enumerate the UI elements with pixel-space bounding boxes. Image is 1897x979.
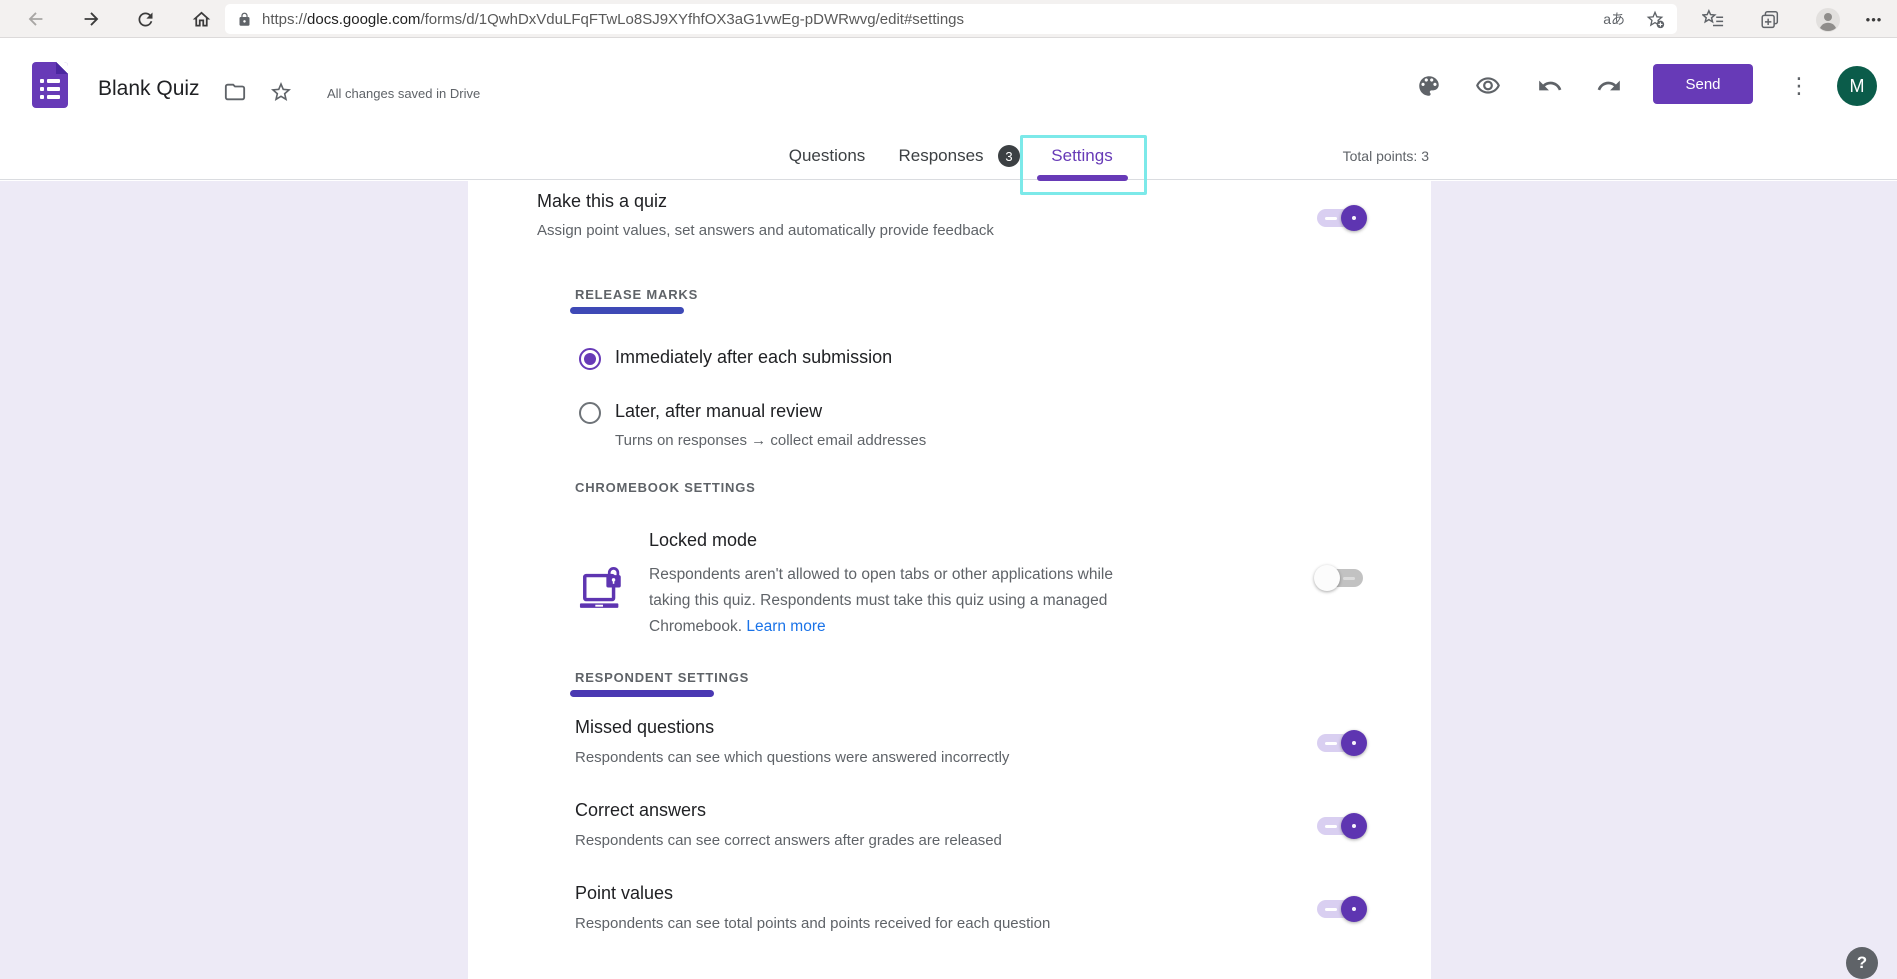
save-status: All changes saved in Drive	[327, 86, 480, 101]
release-marks-heading: RELEASE MARKS	[575, 287, 698, 302]
tab-questions[interactable]: Questions	[789, 146, 866, 166]
document-title[interactable]: Blank Quiz	[98, 75, 200, 103]
make-quiz-title: Make this a quiz	[537, 191, 667, 212]
settings-page-background: Make this a quiz Assign point values, se…	[0, 181, 1897, 979]
page-root: https://docs.google.com/forms/d/1QwhDxVd…	[0, 0, 1897, 979]
url-text: https://docs.google.com/forms/d/1QwhDxVd…	[262, 11, 964, 28]
radio-immediately-label[interactable]: Immediately after each submission	[615, 347, 892, 368]
more-options-icon[interactable]: ⋮	[1788, 71, 1808, 101]
missed-questions-title: Missed questions	[575, 717, 714, 738]
forms-header: Blank Quiz All changes saved in Drive Se…	[0, 38, 1897, 180]
learn-more-link[interactable]: Learn more	[746, 618, 825, 635]
refresh-icon[interactable]	[131, 5, 159, 33]
radio-later-desc: Turns on responses → collect email addre…	[615, 432, 926, 449]
browser-profile-icon[interactable]	[1814, 6, 1842, 34]
collections-icon[interactable]	[1756, 6, 1784, 34]
translate-icon[interactable]: aあ	[1597, 9, 1631, 29]
point-values-desc: Respondents can see total points and poi…	[575, 915, 1050, 932]
chromebook-settings-heading: CHROMEBOOK SETTINGS	[575, 480, 756, 495]
radio-later-label[interactable]: Later, after manual review	[615, 401, 822, 422]
logo-fold	[56, 62, 68, 74]
back-icon[interactable]	[22, 5, 50, 33]
settings-card: Make this a quiz Assign point values, se…	[468, 181, 1431, 979]
correct-answers-desc: Respondents can see correct answers afte…	[575, 832, 1002, 849]
locked-mode-icon	[578, 565, 628, 618]
home-icon[interactable]	[187, 5, 215, 33]
forward-icon[interactable]	[77, 5, 105, 33]
redo-icon[interactable]	[1596, 73, 1622, 99]
lock-icon	[237, 12, 252, 27]
radio-immediately[interactable]	[579, 348, 601, 370]
move-folder-icon[interactable]	[224, 81, 246, 103]
tab-responses[interactable]: Responses	[898, 146, 983, 166]
point-values-title: Point values	[575, 883, 673, 904]
locked-mode-toggle[interactable]	[1317, 569, 1363, 587]
release-marks-underline-annotation	[570, 307, 684, 314]
missed-questions-toggle[interactable]	[1317, 734, 1363, 752]
add-favorite-icon[interactable]	[1645, 9, 1665, 29]
radio-later[interactable]	[579, 402, 601, 424]
total-points: Total points: 3	[1343, 148, 1429, 164]
theme-palette-icon[interactable]	[1416, 73, 1442, 99]
browser-toolbar: https://docs.google.com/forms/d/1QwhDxVd…	[0, 0, 1897, 38]
make-quiz-desc: Assign point values, set answers and aut…	[537, 222, 994, 239]
settings-tab-highlight-annotation	[1020, 135, 1147, 195]
locked-mode-desc: Respondents aren't allowed to open tabs …	[649, 562, 1229, 640]
correct-answers-toggle[interactable]	[1317, 817, 1363, 835]
respondent-settings-heading: RESPONDENT SETTINGS	[575, 670, 749, 685]
responses-count-badge: 3	[998, 145, 1020, 167]
make-quiz-toggle[interactable]	[1317, 209, 1363, 227]
address-bar[interactable]: https://docs.google.com/forms/d/1QwhDxVd…	[225, 4, 1677, 34]
favorites-bar-icon[interactable]	[1699, 6, 1727, 34]
respondent-settings-underline-annotation	[570, 690, 714, 697]
undo-icon[interactable]	[1537, 73, 1563, 99]
missed-questions-desc: Respondents can see which questions were…	[575, 749, 1009, 766]
correct-answers-title: Correct answers	[575, 800, 706, 821]
star-icon[interactable]	[269, 80, 293, 104]
browser-menu-icon[interactable]: •••	[1860, 5, 1888, 33]
preview-eye-icon[interactable]	[1475, 73, 1501, 99]
send-button[interactable]: Send	[1653, 64, 1753, 104]
locked-mode-title: Locked mode	[649, 530, 757, 551]
forms-logo-icon[interactable]	[32, 62, 68, 108]
point-values-toggle[interactable]	[1317, 900, 1363, 918]
account-avatar[interactable]: M	[1837, 66, 1877, 106]
help-button[interactable]: ?	[1846, 947, 1878, 979]
